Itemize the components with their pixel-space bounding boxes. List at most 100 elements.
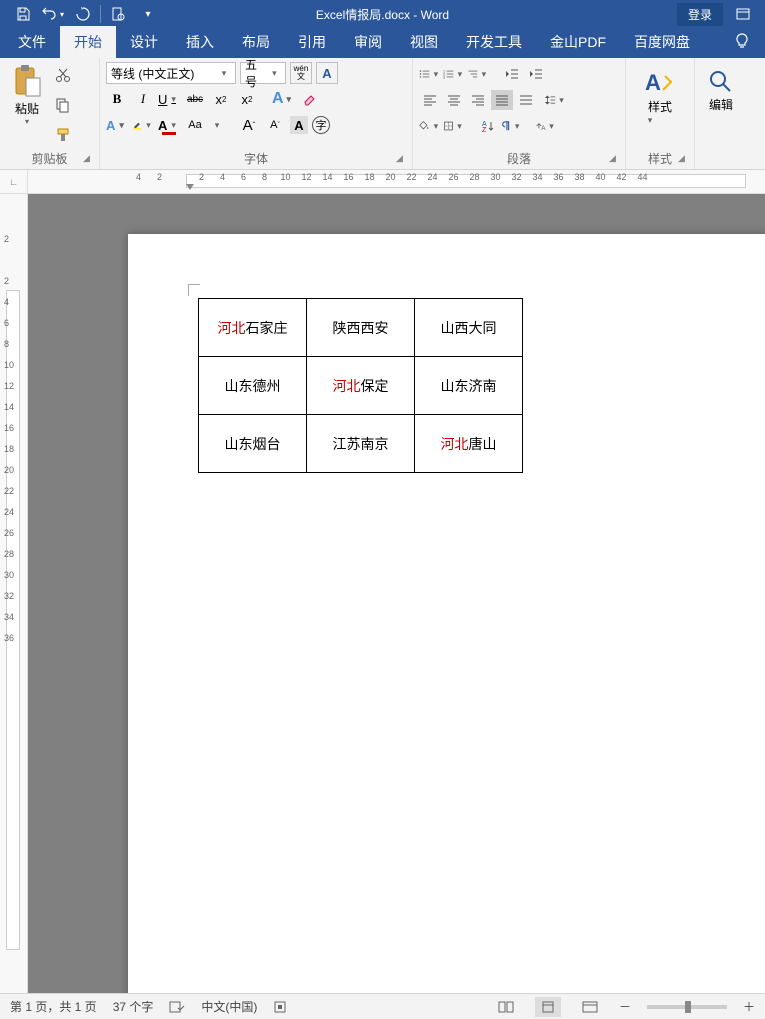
copy-button[interactable] [52, 94, 74, 116]
char-border-button[interactable]: A [316, 62, 338, 84]
qat-customize-button[interactable]: ▾ [133, 0, 163, 28]
app-name: Word [421, 8, 449, 22]
tab-review[interactable]: 审阅 [340, 26, 396, 58]
shading-button[interactable]: ▾ [419, 116, 441, 136]
paste-button[interactable]: 粘贴 ▾ [6, 62, 48, 148]
superscript-button[interactable]: x2 [236, 88, 258, 110]
table-cell[interactable]: 山东德州 [199, 357, 307, 415]
table-cell[interactable]: 河北保定 [307, 357, 415, 415]
svg-text:3: 3 [443, 75, 445, 79]
table-cell[interactable]: 山东济南 [415, 357, 523, 415]
tab-layout[interactable]: 布局 [228, 26, 284, 58]
align-center-button[interactable] [443, 90, 465, 110]
text-outline-button[interactable]: A▾ [106, 114, 128, 136]
styles-button[interactable]: A 样式 ▾ [643, 68, 677, 126]
underline-button[interactable]: U▾ [158, 88, 180, 110]
clipboard-launcher[interactable]: ◢ [83, 153, 95, 165]
tab-selector[interactable]: ∟ [0, 170, 28, 194]
find-button[interactable]: 编辑 [707, 68, 735, 113]
tab-references[interactable]: 引用 [284, 26, 340, 58]
tab-baidu[interactable]: 百度网盘 [620, 26, 704, 58]
table-cell[interactable]: 山西大同 [415, 299, 523, 357]
highlight-button[interactable]: ▾ [132, 114, 154, 136]
font-name-combo[interactable]: 等线 (中文正文)▾ [106, 62, 236, 84]
document-table[interactable]: 河北石家庄陕西西安山西大同山东德州河北保定山东济南山东烟台江苏南京河北唐山 [198, 298, 523, 473]
group-editing: 编辑 [695, 58, 747, 169]
print-layout-button[interactable] [535, 997, 561, 1017]
ribbon-display-button[interactable] [731, 2, 755, 26]
text-effects-button[interactable]: A▾ [272, 88, 294, 110]
login-button[interactable]: 登录 [677, 3, 723, 26]
justify-button[interactable] [491, 90, 513, 110]
bullets-button[interactable]: ▾ [419, 64, 441, 84]
doc-name: Excel情报局.docx [316, 8, 410, 22]
save-button[interactable] [8, 0, 38, 28]
redo-button[interactable] [68, 0, 98, 28]
group-paragraph: ▾ 123▾ ▾ ▾ ▾ ▾ AZ ▾ [413, 58, 626, 169]
tab-design[interactable]: 设计 [116, 26, 172, 58]
vertical-ruler[interactable]: 224681012141618202224262830323436 [0, 194, 28, 993]
tab-developer[interactable]: 开发工具 [452, 26, 536, 58]
phonetic-button[interactable]: wén文 [290, 62, 312, 84]
align-right-button[interactable] [467, 90, 489, 110]
tab-wps-pdf[interactable]: 金山PDF [536, 26, 620, 58]
borders-button[interactable]: ▾ [443, 116, 465, 136]
zoom-slider[interactable] [647, 1005, 727, 1009]
read-mode-button[interactable] [493, 997, 519, 1017]
numbering-button[interactable]: 123▾ [443, 64, 465, 84]
paste-label: 粘贴 [15, 100, 39, 117]
document-area[interactable]: 河北石家庄陕西西安山西大同山东德州河北保定山东济南山东烟台江苏南京河北唐山 [28, 194, 765, 993]
zoom-in-button[interactable]: ＋ [743, 998, 755, 1015]
tell-me-icon[interactable] [733, 32, 751, 50]
table-cell[interactable]: 河北唐山 [415, 415, 523, 473]
bold-button[interactable]: B [106, 88, 128, 110]
increase-indent-button[interactable] [525, 64, 547, 84]
table-cell[interactable]: 江苏南京 [307, 415, 415, 473]
strike-button[interactable]: abc [184, 88, 206, 110]
language-status[interactable]: 中文(中国) [201, 998, 257, 1015]
font-group-label: 字体 [100, 150, 412, 167]
sort-button[interactable]: AZ [477, 116, 499, 136]
tab-view[interactable]: 视图 [396, 26, 452, 58]
macro-status-icon[interactable] [273, 1000, 287, 1014]
svg-text:Z: Z [482, 127, 487, 133]
table-cell[interactable]: 河北石家庄 [199, 299, 307, 357]
web-layout-button[interactable] [577, 997, 603, 1017]
tab-insert[interactable]: 插入 [172, 26, 228, 58]
font-launcher[interactable]: ◢ [396, 153, 408, 165]
decrease-indent-button[interactable] [501, 64, 523, 84]
horizontal-ruler[interactable]: 4224681012141618202224262830323436384042… [28, 170, 765, 194]
tab-home[interactable]: 开始 [60, 26, 116, 58]
shrink-font-button[interactable]: Aˇ [264, 114, 286, 136]
char-shading-button[interactable]: A [290, 116, 308, 134]
table-cell[interactable]: 陕西西安 [307, 299, 415, 357]
styles-launcher[interactable]: ◢ [678, 153, 690, 165]
paragraph-launcher[interactable]: ◢ [609, 153, 621, 165]
cut-button[interactable] [52, 64, 74, 86]
margin-mark-icon [188, 284, 200, 296]
word-count-status[interactable]: 37 个字 [113, 998, 154, 1015]
grow-font-button[interactable]: Aˆ [238, 114, 260, 136]
align-left-button[interactable] [419, 90, 441, 110]
italic-button[interactable]: I [132, 88, 154, 110]
show-marks-button[interactable]: ▾ [501, 116, 523, 136]
subscript-button[interactable]: x2 [210, 88, 232, 110]
font-size-combo[interactable]: 五号▾ [240, 62, 286, 84]
asian-layout-button[interactable]: A▾ [535, 116, 557, 136]
change-case-button[interactable]: Aa [184, 114, 206, 136]
spell-check-icon[interactable] [169, 1000, 185, 1014]
print-preview-button[interactable] [103, 0, 133, 28]
line-spacing-button[interactable]: ▾ [545, 90, 567, 110]
tab-file[interactable]: 文件 [4, 26, 60, 58]
zoom-out-button[interactable]: － [619, 998, 631, 1015]
font-color-button[interactable]: A▾ [158, 114, 180, 136]
undo-button[interactable]: ▾ [38, 0, 68, 28]
distributed-button[interactable] [515, 90, 537, 110]
page-number-status[interactable]: 第 1 页，共 1 页 [10, 998, 97, 1015]
multilevel-button[interactable]: ▾ [467, 64, 489, 84]
quick-access-toolbar: ▾ ▾ [0, 0, 163, 28]
eraser-button[interactable] [298, 88, 320, 110]
table-cell[interactable]: 山东烟台 [199, 415, 307, 473]
format-painter-button[interactable] [52, 124, 74, 146]
enclose-char-button[interactable]: 字 [312, 116, 330, 134]
